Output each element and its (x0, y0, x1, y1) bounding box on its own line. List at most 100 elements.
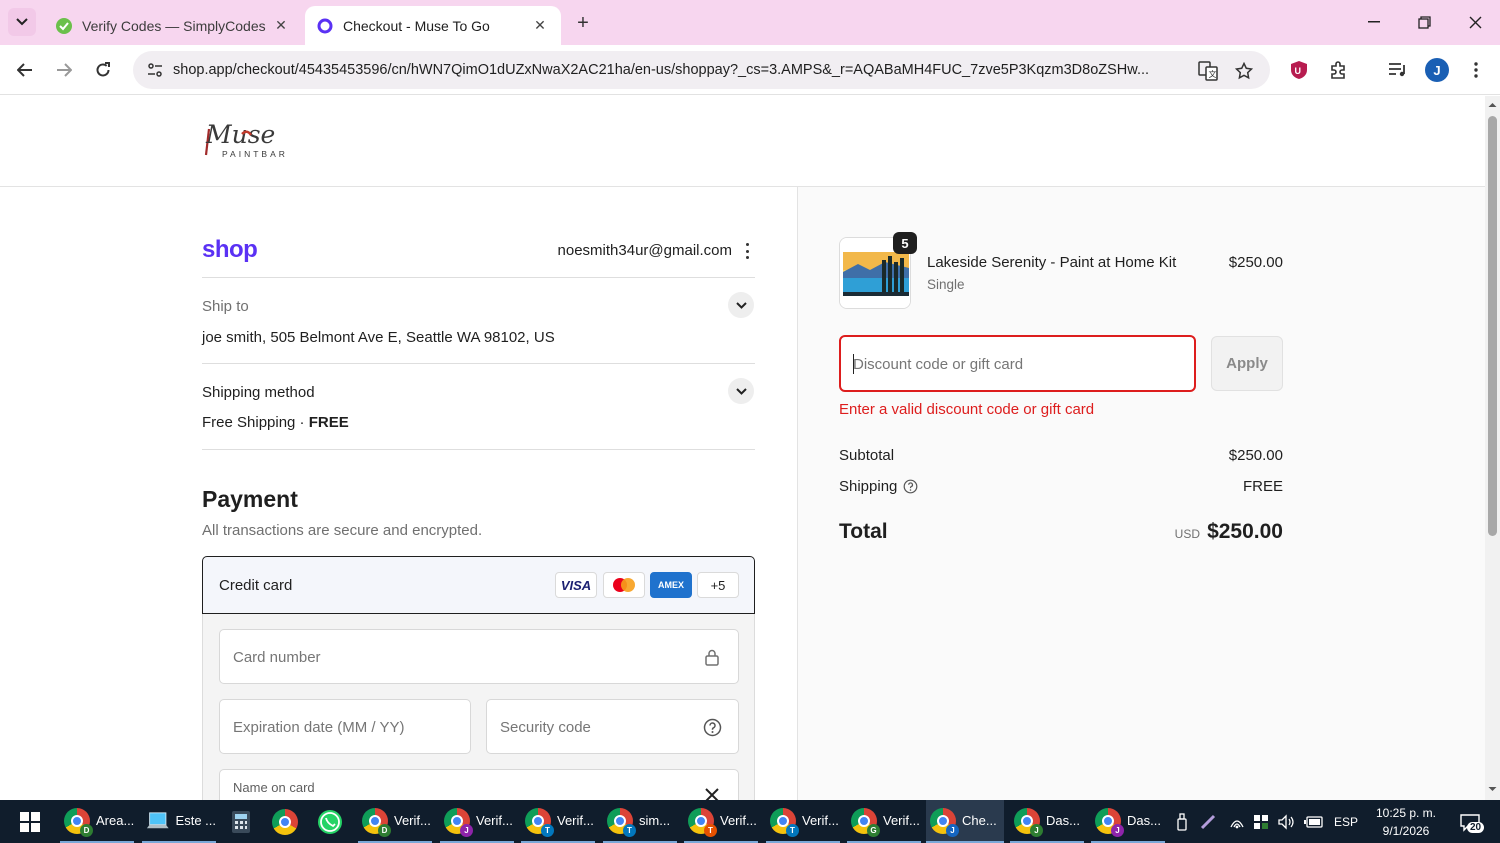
profile-badge: J (1111, 823, 1124, 837)
tab-search-button[interactable] (8, 8, 36, 36)
chrome-icon (272, 808, 298, 835)
reload-button[interactable] (88, 55, 118, 85)
taskbar-label: Area... (96, 813, 135, 828)
shipping-method-expand-button[interactable] (728, 378, 754, 404)
security-shield-icon[interactable] (1250, 800, 1272, 843)
pen-icon[interactable] (1198, 800, 1218, 843)
account-menu-icon[interactable] (741, 241, 753, 261)
back-button[interactable] (10, 55, 40, 85)
profile-badge: D (80, 823, 93, 837)
tab-checkout[interactable]: Checkout - Muse To Go ✕ (305, 6, 561, 45)
restore-button[interactable] (1404, 8, 1444, 36)
profile-avatar[interactable]: J (1424, 57, 1450, 83)
volume-icon[interactable] (1275, 800, 1297, 843)
bookmark-star-icon[interactable] (1233, 60, 1255, 82)
taskbar-chrome-area[interactable]: D Area... (60, 800, 134, 843)
close-tab-icon[interactable]: ✕ (531, 17, 549, 35)
discount-error-message: Enter a valid discount code or gift card (839, 401, 1095, 418)
mastercard-card-icon (603, 572, 645, 598)
new-tab-button[interactable]: + (570, 10, 596, 36)
extensions-puzzle-icon[interactable] (1326, 57, 1352, 83)
taskbar-chrome-sim[interactable]: T sim... (603, 800, 677, 843)
site-info-icon[interactable] (137, 62, 173, 78)
shipping-label: Shipping (839, 478, 898, 495)
profile-badge: J (460, 823, 473, 837)
taskbar-label: Das... (1046, 813, 1080, 828)
profile-badge: T (623, 823, 636, 837)
svg-text:U: U (1295, 66, 1302, 76)
input-language[interactable]: ESP (1332, 800, 1360, 843)
taskbar-este[interactable]: Este ... (142, 800, 216, 843)
browser-tab-strip: Verify Codes — SimplyCodes ✕ Checkout - … (0, 0, 1500, 45)
usb-device-icon[interactable] (1172, 800, 1192, 843)
close-tab-icon[interactable]: ✕ (272, 17, 290, 35)
profile-badge: T (704, 823, 717, 837)
taskbar-chrome-verify[interactable]: J Verif... (440, 800, 514, 843)
muse-paintbar-logo[interactable]: Muse PAINTBAR (202, 120, 314, 168)
taskbar-chrome-dashboard[interactable]: J Das... (1091, 800, 1165, 843)
product-price: $250.00 (1228, 254, 1283, 271)
taskbar-label: Verif... (883, 813, 920, 828)
taskbar-chrome-verify[interactable]: T Verif... (521, 800, 595, 843)
help-circle-icon[interactable] (701, 716, 723, 738)
shipping-method-name: Free Shipping · (202, 414, 309, 431)
scrollbar-thumb[interactable] (1488, 116, 1497, 536)
whatsapp-icon (318, 809, 342, 834)
apply-discount-button[interactable]: Apply (1211, 336, 1283, 391)
browser-menu-icon[interactable] (1463, 57, 1489, 83)
media-control-icon[interactable] (1385, 57, 1411, 83)
chrome-icon: T (525, 807, 554, 837)
discount-code-input[interactable] (853, 352, 1183, 376)
minimize-button[interactable] (1354, 8, 1394, 36)
taskbar-label: Verif... (802, 813, 839, 828)
scroll-up-icon[interactable] (1485, 100, 1500, 110)
close-window-button[interactable] (1455, 8, 1495, 36)
ship-to-expand-button[interactable] (728, 292, 754, 318)
taskbar-label: Verif... (720, 813, 757, 828)
taskbar-whatsapp[interactable] (312, 800, 348, 843)
page-scrollbar[interactable] (1485, 96, 1500, 800)
svg-text:Muse: Muse (205, 121, 275, 149)
taskbar-chrome-dashboard[interactable]: J Das... (1010, 800, 1084, 843)
calculator-icon (232, 810, 250, 833)
taskbar-chrome-verify[interactable]: T Verif... (766, 800, 840, 843)
divider (202, 277, 755, 278)
scroll-down-icon[interactable] (1485, 784, 1500, 794)
name-on-card-field[interactable]: Name on card (219, 769, 739, 800)
store-header: Muse PAINTBAR (0, 96, 1485, 187)
chevron-down-icon (735, 387, 747, 395)
clear-field-icon[interactable] (701, 784, 723, 800)
taskbar-chrome[interactable] (268, 800, 302, 843)
chrome-icon: G (851, 807, 880, 837)
ublock-extension-icon[interactable]: U (1286, 57, 1312, 83)
taskbar-chrome-verify[interactable]: G Verif... (847, 800, 921, 843)
notifications-button[interactable]: 20 (1452, 800, 1488, 843)
translate-icon[interactable]: 文 (1197, 60, 1219, 82)
expiration-date-field[interactable]: Expiration date (MM / YY) (219, 699, 471, 754)
taskbar-calculator[interactable] (226, 800, 260, 843)
chrome-icon: D (362, 807, 391, 837)
ship-to-label: Ship to (202, 298, 249, 315)
taskbar-chrome-verify[interactable]: T Verif... (684, 800, 758, 843)
address-bar[interactable]: shop.app/checkout/45435453596/cn/hWN7Qim… (133, 51, 1270, 89)
taskbar-chrome-checkout[interactable]: J Che... (926, 800, 1004, 843)
forward-button[interactable] (49, 55, 79, 85)
taskbar-chrome-verify[interactable]: D Verif... (358, 800, 432, 843)
taskbar-label: Verif... (476, 813, 513, 828)
discount-code-field[interactable] (839, 335, 1196, 392)
credit-card-label: Credit card (219, 577, 293, 594)
wifi-icon[interactable] (1226, 800, 1248, 843)
clock[interactable]: 10:25 p. m. 9/1/2026 (1366, 800, 1446, 843)
shipping-method-value: Free Shipping · FREE (202, 414, 349, 431)
security-code-field[interactable]: Security code (486, 699, 739, 754)
start-button[interactable] (8, 800, 48, 843)
help-circle-icon[interactable] (903, 479, 918, 494)
svg-text:PAINTBAR: PAINTBAR (222, 149, 288, 159)
credit-card-option[interactable]: Credit card VISA AMEX +5 (202, 556, 755, 614)
battery-icon[interactable] (1302, 800, 1326, 843)
card-number-field[interactable]: Card number (219, 629, 739, 684)
profile-initial: J (1425, 58, 1449, 82)
tab-verify-codes[interactable]: Verify Codes — SimplyCodes ✕ (44, 6, 302, 45)
chrome-icon: J (444, 807, 473, 837)
taskbar-label: Este ... (175, 813, 216, 828)
